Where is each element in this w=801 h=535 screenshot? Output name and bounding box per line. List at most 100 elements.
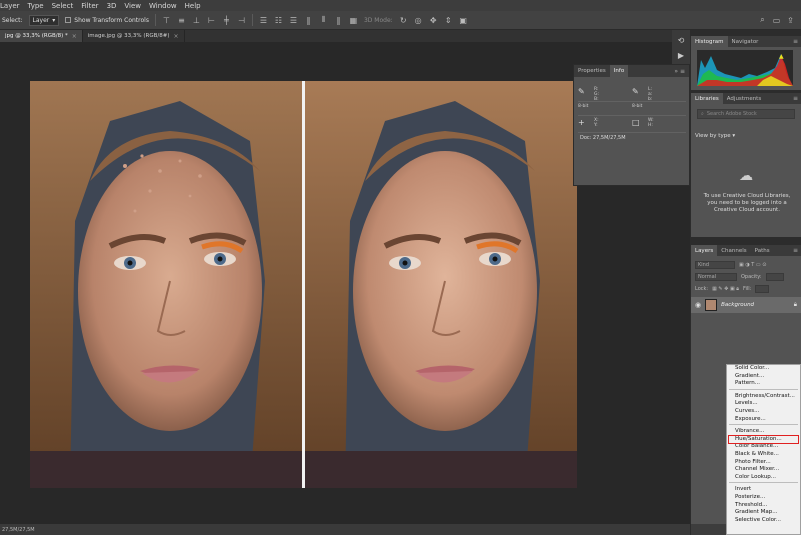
scale-3d-icon[interactable]: ▣ [459, 16, 468, 25]
menu-3d[interactable]: 3D [107, 2, 117, 10]
menu-item-threshold[interactable]: Threshold... [727, 502, 800, 510]
menu-item-gradient-map[interactable]: Gradient Map... [727, 509, 800, 517]
tab-navigator[interactable]: Navigator [728, 36, 763, 47]
tab-info[interactable]: Info [609, 65, 629, 77]
panel-menu-icon[interactable]: » ≡ [674, 68, 689, 75]
view-by-type-dropdown[interactable]: View by type ▾ [695, 133, 735, 139]
auto-select-value: Layer [32, 16, 50, 24]
menu-item-posterize[interactable]: Posterize... [727, 494, 800, 502]
menu-item-black-white[interactable]: Black & White... [727, 451, 800, 459]
menu-item-vibrance[interactable]: Vibrance... [727, 428, 800, 436]
tab-histogram[interactable]: Histogram [691, 36, 728, 47]
menu-item-brightness-contrast[interactable]: Brightness/Contrast... [727, 393, 800, 401]
share-icon[interactable]: ⇪ [786, 16, 795, 25]
library-search-input[interactable]: ⌕ Search Adobe Stock [697, 109, 795, 119]
tab-libraries[interactable]: Libraries [691, 93, 723, 104]
workspace-icon[interactable]: ▭ [772, 16, 781, 25]
show-transform-checkbox[interactable]: Show Transform Controls [65, 17, 149, 24]
auto-align-icon[interactable]: ▦ [349, 16, 358, 25]
panel-menu-icon[interactable]: ≡ [793, 247, 801, 254]
menu-item-hue-saturation[interactable]: Hue/Saturation... [728, 434, 799, 445]
menu-help[interactable]: Help [185, 2, 201, 10]
menu-item-curves[interactable]: Curves... [727, 408, 800, 416]
menu-item-selective-color[interactable]: Selective Color... [727, 517, 800, 525]
align-left-icon[interactable]: ⊢ [207, 16, 216, 25]
portrait-before-image [30, 81, 302, 488]
bitdepth-text: 8-bit [632, 104, 643, 109]
tab-paths[interactable]: Paths [751, 245, 774, 256]
menu-item-solid-color[interactable]: Solid Color... [727, 365, 800, 373]
menu-item-color-balance[interactable]: Color Balance... [727, 443, 800, 451]
view-by-label: View by type [695, 133, 731, 139]
menu-item-exposure[interactable]: Exposure... [727, 416, 800, 424]
roll-3d-icon[interactable]: ◎ [414, 16, 423, 25]
search-icon[interactable]: ⌕ [758, 15, 767, 25]
layer-thumbnail [705, 299, 718, 311]
tab-adjustments[interactable]: Adjustments [723, 93, 765, 104]
filter-icons[interactable]: ▣ ◑ T ▭ ⊙ [739, 262, 766, 268]
menu-select[interactable]: Select [52, 2, 74, 10]
distribute-center-icon[interactable]: ⫴ [319, 15, 328, 25]
blend-mode-value: Normal [698, 273, 717, 280]
lock-icons[interactable]: ▦ ✎ ✥ ▣ 🔒︎ [712, 286, 739, 292]
tab-document-2[interactable]: image.jpg @ 33,3% (RGB/8#) × [83, 30, 185, 42]
distribute-bottom-icon[interactable]: ☰ [289, 16, 298, 25]
lab-channels: L: a: b: [648, 87, 653, 102]
tab-properties[interactable]: Properties [574, 65, 610, 77]
menu-filter[interactable]: Filter [81, 2, 98, 10]
distribute-middle-icon[interactable]: ☷ [274, 16, 283, 25]
layer-kind-filter[interactable]: Kind [695, 260, 735, 269]
align-bottom-icon[interactable]: ⊥ [192, 16, 201, 25]
doc-size-status: 27,5M/27,5M [2, 526, 35, 533]
panel-menu-icon[interactable]: ≡ [793, 38, 801, 45]
orbit-3d-icon[interactable]: ↻ [399, 16, 408, 25]
layer-name: Background [721, 302, 755, 308]
lab-readout: ✎ L: a: b: [632, 85, 686, 102]
auto-select-label: Select: [2, 16, 23, 24]
info-panel-tabs: Properties Info » ≡ [574, 65, 689, 77]
fill-input[interactable] [755, 284, 770, 293]
close-icon[interactable]: × [72, 33, 77, 40]
menu-item-channel-mixer[interactable]: Channel Mixer... [727, 466, 800, 474]
menu-item-levels[interactable]: Levels... [727, 400, 800, 408]
auto-select-dropdown[interactable]: Layer ▾ [28, 14, 60, 26]
align-right-icon[interactable]: ⊣ [237, 16, 246, 25]
photo-after [305, 81, 577, 488]
menu-view[interactable]: View [124, 2, 141, 10]
tab-channels[interactable]: Channels [717, 245, 750, 256]
photo-before [30, 81, 302, 488]
distribute-top-icon[interactable]: ☰ [259, 16, 268, 25]
selection-icon: □ [632, 118, 640, 127]
menu-item-pattern[interactable]: Pattern... [727, 380, 800, 388]
menu-type[interactable]: Type [28, 2, 44, 10]
tab-document-1[interactable]: jpg @ 33,3% (RGB/8) * × [0, 30, 83, 42]
menu-item-gradient[interactable]: Gradient... [727, 373, 800, 381]
menu-layer[interactable]: Layer [0, 2, 20, 10]
layer-background[interactable]: ◉ Background 🔒︎ [691, 297, 801, 313]
layer-filter-row: Kind ▣ ◑ T ▭ ⊙ [695, 260, 766, 269]
menu-item-invert[interactable]: Invert [727, 486, 800, 494]
align-middle-icon[interactable]: ≡ [177, 16, 186, 25]
align-center-icon[interactable]: ╪ [222, 16, 231, 25]
distribute-right-icon[interactable]: ‖ [334, 16, 343, 25]
slide-3d-icon[interactable]: ⇕ [444, 16, 453, 25]
blend-mode-dropdown[interactable]: Normal [695, 272, 737, 281]
close-icon[interactable]: × [173, 33, 178, 40]
menu-item-photo-filter[interactable]: Photo Filter... [727, 459, 800, 467]
tab-layers[interactable]: Layers [691, 245, 718, 256]
menu-item-color-lookup[interactable]: Color Lookup... [727, 474, 800, 482]
creative-cloud-icon: ☁ [739, 168, 753, 184]
history-icon[interactable]: ⟲ [676, 36, 686, 46]
menu-window[interactable]: Window [149, 2, 177, 10]
bitdepth-right: 8-bit [632, 102, 686, 115]
play-icon[interactable]: ▶ [676, 51, 686, 61]
opacity-input[interactable] [765, 272, 784, 281]
chevron-down-icon: ▾ [732, 133, 736, 139]
panel-menu-icon[interactable]: ≡ [793, 95, 801, 102]
distribute-left-icon[interactable]: ‖ [304, 16, 313, 25]
eye-icon[interactable]: ◉ [695, 301, 701, 309]
pan-3d-icon[interactable]: ✥ [429, 16, 438, 25]
eyedropper-icon: ✎ [632, 87, 639, 96]
align-top-icon[interactable]: ⊤ [162, 16, 171, 25]
menu-separator [729, 482, 798, 485]
